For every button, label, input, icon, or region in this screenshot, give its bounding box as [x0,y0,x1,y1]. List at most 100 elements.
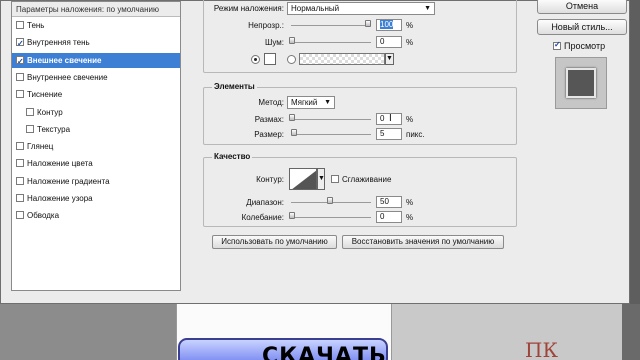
size-unit: пикс. [406,130,425,139]
elements-title: Элементы [212,82,257,91]
style-list-item-label: Контур [37,107,63,117]
style-list-item-label: Наложение цвета [27,159,93,169]
noise-slider-thumb[interactable] [289,37,295,44]
style-checkbox[interactable] [26,107,34,116]
size-slider-track[interactable] [291,134,371,135]
range-unit: % [406,198,414,207]
layer-style-dialog: Параметры наложения: по умолчанию Тень Вн… [0,0,630,304]
style-list-item[interactable]: Контур [12,105,180,120]
style-list-item[interactable]: Текстура [12,122,180,137]
style-list-item[interactable]: Внешнее свечение [12,52,180,69]
style-checkbox[interactable] [16,90,24,99]
gradient-picker[interactable] [299,53,385,65]
preview-checkbox[interactable]: Просмотр [553,40,606,51]
opacity-slider-thumb[interactable] [365,20,371,27]
noise-label: Шум: [265,38,284,47]
preview-label: Просмотр [564,41,606,51]
spread-label: Размах: [254,115,284,124]
jitter-slider-track[interactable] [291,217,371,218]
jitter-label: Колебание: [241,213,284,222]
glow-color-swatch[interactable] [264,53,276,65]
blend-mode-select[interactable]: Нормальный ▼ [287,2,435,15]
styles-list: Параметры наложения: по умолчанию Тень Вн… [11,1,181,291]
antialias-checkbox[interactable]: Сглаживание [331,175,391,184]
style-list-item[interactable]: Наложение цвета [12,156,180,171]
chevron-down-icon: ▼ [324,99,331,106]
technique-value: Мягкий [291,98,318,107]
make-default-button[interactable]: Использовать по умолчанию [212,235,337,249]
style-list-item[interactable]: Внутренняя тень [12,35,180,51]
style-list-item-label: Тень [27,21,45,30]
style-checkbox[interactable] [16,142,24,151]
opacity-value: 100 [380,20,394,29]
gradient-radio[interactable] [287,55,296,64]
style-checkbox[interactable] [16,159,24,168]
style-list-item[interactable]: Обводка [12,208,180,223]
style-list-item-label: Текстура [37,124,71,134]
style-list-item-label: Наложение узора [27,194,93,203]
cancel-button[interactable]: Отмена [537,0,627,14]
contour-label: Контур: [256,175,284,184]
chevron-down-icon[interactable]: ▼ [385,53,394,65]
style-checkbox[interactable] [16,211,24,220]
spread-slider-thumb[interactable] [289,114,295,121]
preview-box[interactable] [553,40,561,50]
logo-text: ПК [525,338,558,360]
right-edge-panel [622,300,640,360]
style-checkbox[interactable] [16,21,24,29]
blend-mode-value: Нормальный [291,4,340,13]
style-list-item[interactable]: Глянец [12,139,180,154]
chevron-down-icon[interactable]: ▼ [317,168,325,190]
jitter-unit: % [406,213,414,222]
technique-select[interactable]: Мягкий ▼ [287,96,335,109]
chevron-down-icon: ▼ [424,5,431,12]
size-label: Размер: [254,130,284,139]
range-input[interactable]: 50 [376,196,402,208]
spread-slider-track[interactable] [291,119,371,120]
logo-panel [392,300,622,360]
style-list-item[interactable]: Тень [12,18,180,33]
style-list-item-label: Внутреннее свечение [27,72,108,82]
text-cursor-icon: I [389,113,392,124]
noise-slider-track[interactable] [291,42,371,43]
noise-input[interactable]: 0 [376,36,402,48]
quality-title: Качество [212,152,253,161]
size-slider-thumb[interactable] [291,129,297,136]
antialias-box[interactable] [331,175,339,183]
style-list-item[interactable]: Наложение градиента [12,174,180,189]
style-checkbox[interactable] [16,176,24,185]
style-checkbox[interactable] [16,194,24,202]
style-list-item[interactable]: Внутреннее свечение [12,70,180,85]
opacity-input[interactable]: 100 [376,19,402,31]
style-list-item[interactable]: Наложение узора [12,191,180,206]
style-list-item-label: Наложение градиента [27,176,110,186]
contour-picker[interactable] [289,168,317,190]
opacity-label: Непрозр.: [248,21,284,30]
noise-unit: % [406,38,414,47]
opacity-unit: % [406,21,414,30]
jitter-input[interactable]: 0 [376,211,402,223]
opacity-slider-track[interactable] [291,25,371,26]
color-radio[interactable] [251,55,260,64]
download-button-text: СКАЧАТЬ [262,344,387,360]
window-edge [630,0,640,304]
range-slider-thumb[interactable] [327,197,333,204]
blending-options-item[interactable]: Параметры наложения: по умолчанию [12,2,180,17]
blend-mode-label: Режим наложения: [213,4,284,13]
preview-swatch [566,68,596,98]
style-preview [555,57,607,109]
style-list-item-label: Внутренняя тень [27,38,90,48]
reset-default-button[interactable]: Восстановить значения по умолчанию [342,235,504,249]
style-list-item-label: Внешнее свечение [27,55,102,65]
style-list-item[interactable]: Тиснение [12,87,180,102]
jitter-slider-thumb[interactable] [289,212,295,219]
style-checkbox[interactable] [16,72,24,81]
technique-label: Метод: [258,98,284,107]
new-style-button[interactable]: Новый стиль... [537,19,627,35]
style-checkbox[interactable] [16,54,24,69]
antialias-label: Сглаживание [342,175,392,184]
style-checkbox[interactable] [16,36,24,51]
style-list-item-label: Глянец [27,142,54,152]
size-input[interactable]: 5 [376,128,402,140]
style-checkbox[interactable] [26,124,34,133]
